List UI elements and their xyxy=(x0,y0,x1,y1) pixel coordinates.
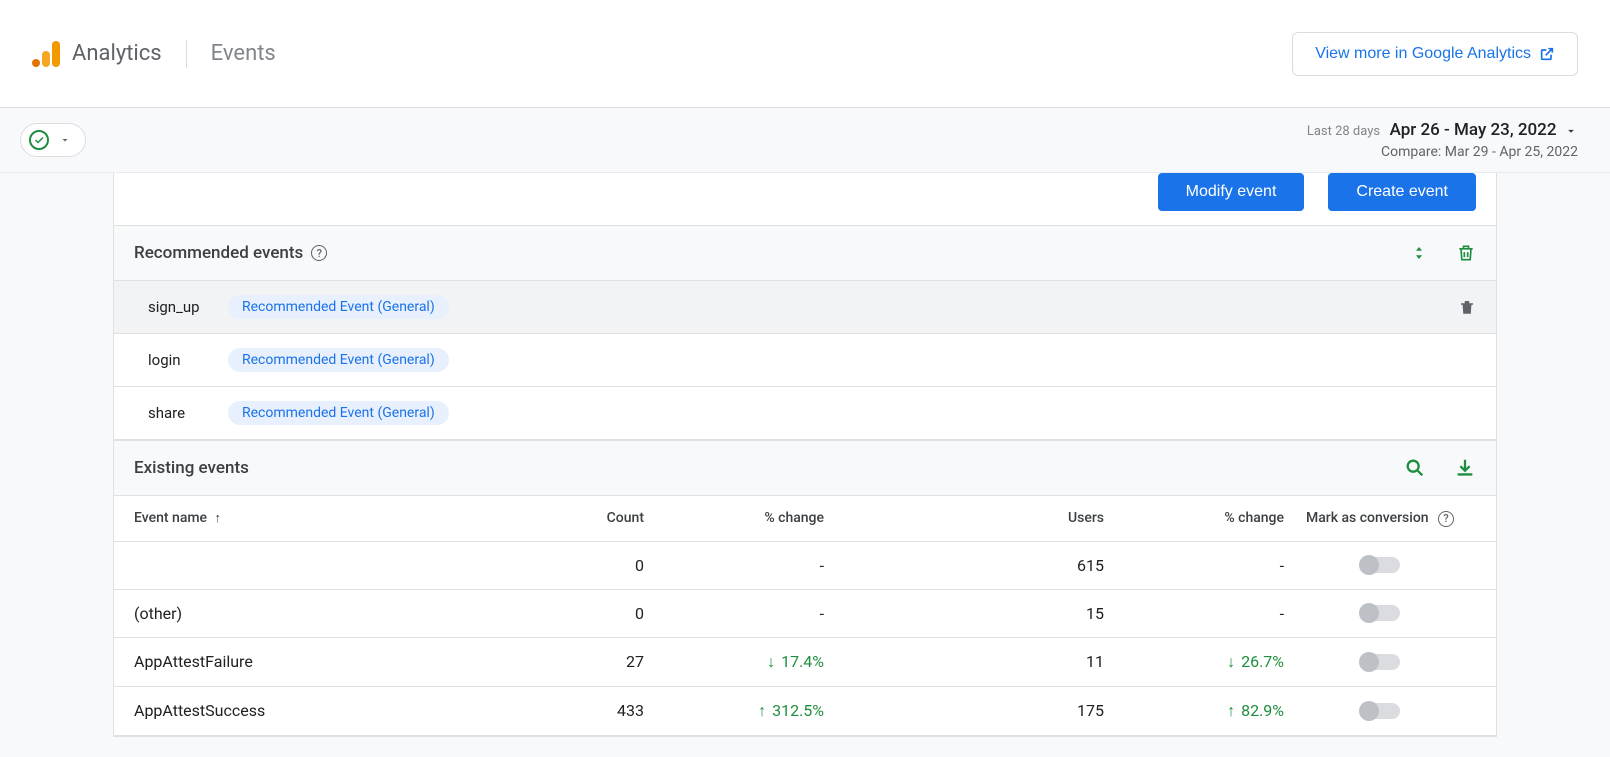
conversion-toggle[interactable] xyxy=(1360,703,1400,719)
cell-change: ↑82.9% xyxy=(1104,701,1284,721)
recommended-row[interactable]: sign_up Recommended Event (General) xyxy=(114,281,1496,334)
recommended-title: Recommended events xyxy=(134,243,303,263)
cell-change: - xyxy=(1104,556,1284,575)
app-header: Analytics Events View more in Google Ana… xyxy=(0,0,1610,108)
date-range-value: Apr 26 - May 23, 2022 xyxy=(1390,120,1557,140)
cell-toggle xyxy=(1284,703,1476,719)
cell-event-name: (other) xyxy=(134,604,524,623)
conversion-toggle[interactable] xyxy=(1360,654,1400,670)
open-external-icon xyxy=(1539,46,1555,62)
recommended-event-name: sign_up xyxy=(148,298,208,316)
arrow-up-icon: ↑ xyxy=(1227,701,1235,721)
table-row[interactable]: AppAttestFailure 27 ↓17.4% 11 ↓26.7% xyxy=(114,638,1496,687)
table-row[interactable]: (other) 0 - 15 - xyxy=(114,590,1496,638)
existing-section-header: Existing events xyxy=(114,440,1496,496)
recommended-row[interactable]: share Recommended Event (General) xyxy=(114,387,1496,440)
col-count-change[interactable]: % change xyxy=(644,510,824,526)
header-left: Analytics Events xyxy=(32,40,276,68)
recommended-pill: Recommended Event (General) xyxy=(228,295,449,319)
analytics-logo xyxy=(32,41,60,67)
search-icon[interactable] xyxy=(1404,457,1426,479)
cell-change: ↓17.4% xyxy=(644,652,824,672)
table-row[interactable]: 0 - 615 - xyxy=(114,542,1496,590)
conversion-toggle[interactable] xyxy=(1360,605,1400,621)
cell-toggle xyxy=(1284,654,1476,670)
arrow-down-icon: ↓ xyxy=(767,652,775,672)
view-more-button[interactable]: View more in Google Analytics xyxy=(1292,32,1578,76)
filter-chip[interactable] xyxy=(20,123,86,157)
cell-toggle xyxy=(1284,557,1476,573)
cell-count: 0 xyxy=(524,556,644,575)
page-title: Events xyxy=(211,41,276,66)
col-mark-conversion: Mark as conversion ? xyxy=(1284,510,1476,527)
cell-count: 433 xyxy=(524,701,644,720)
cell-count: 0 xyxy=(524,604,644,623)
download-icon[interactable] xyxy=(1454,457,1476,479)
modify-event-button[interactable]: Modify event xyxy=(1158,173,1305,211)
help-icon[interactable]: ? xyxy=(311,245,327,261)
recommended-pill: Recommended Event (General) xyxy=(228,401,449,425)
sort-asc-icon: ↑ xyxy=(215,511,222,526)
brand-name: Analytics xyxy=(72,41,162,66)
cell-users: 15 xyxy=(824,604,1104,623)
cell-change: - xyxy=(644,556,824,575)
chevron-down-icon xyxy=(59,134,71,146)
table-row[interactable]: AppAttestSuccess 433 ↑312.5% 175 ↑82.9% xyxy=(114,687,1496,736)
cell-change: ↓26.7% xyxy=(1104,652,1284,672)
delete-icon[interactable] xyxy=(1458,297,1476,317)
existing-title: Existing events xyxy=(134,458,249,478)
view-more-label: View more in Google Analytics xyxy=(1315,45,1531,63)
cell-count: 27 xyxy=(524,652,644,671)
cell-change: ↑312.5% xyxy=(644,701,824,721)
cell-users: 11 xyxy=(824,652,1104,671)
recommended-event-name: login xyxy=(148,351,208,369)
content-area: Modify event Create event Recommended ev… xyxy=(0,173,1610,757)
cell-users: 175 xyxy=(824,701,1104,720)
create-event-button[interactable]: Create event xyxy=(1328,173,1476,211)
col-users[interactable]: Users xyxy=(824,510,1104,526)
arrow-down-icon: ↓ xyxy=(1227,652,1235,672)
cell-event-name: AppAttestSuccess xyxy=(134,701,524,720)
expand-collapse-icon[interactable] xyxy=(1410,243,1428,263)
header-divider xyxy=(186,40,187,68)
date-range-label: Last 28 days xyxy=(1307,124,1380,139)
col-event-name[interactable]: Event name ↑ xyxy=(134,510,524,526)
conversion-toggle[interactable] xyxy=(1360,557,1400,573)
panel-actions: Modify event Create event xyxy=(114,173,1496,225)
recommended-pill: Recommended Event (General) xyxy=(228,348,449,372)
recommended-row[interactable]: login Recommended Event (General) xyxy=(114,334,1496,387)
col-count[interactable]: Count xyxy=(524,510,644,526)
check-circle-icon xyxy=(29,130,49,150)
recommended-event-name: share xyxy=(148,404,208,422)
recommended-section-header: Recommended events ? xyxy=(114,225,1496,281)
cell-change: - xyxy=(644,604,824,623)
table-header: Event name ↑ Count % change Users % chan… xyxy=(114,496,1496,542)
cell-toggle xyxy=(1284,605,1476,621)
help-icon[interactable]: ? xyxy=(1438,511,1454,527)
date-range-picker[interactable]: Last 28 days Apr 26 - May 23, 2022 Compa… xyxy=(1307,120,1578,160)
cell-event-name: AppAttestFailure xyxy=(134,652,524,671)
cell-users: 615 xyxy=(824,556,1104,575)
arrow-up-icon: ↑ xyxy=(758,701,766,721)
subheader: Last 28 days Apr 26 - May 23, 2022 Compa… xyxy=(0,108,1610,173)
compare-range: Compare: Mar 29 - Apr 25, 2022 xyxy=(1307,144,1578,160)
col-users-change[interactable]: % change xyxy=(1104,510,1284,526)
delete-icon[interactable] xyxy=(1456,242,1476,264)
chevron-down-icon xyxy=(1564,124,1578,138)
events-panel: Modify event Create event Recommended ev… xyxy=(113,173,1497,737)
cell-change: - xyxy=(1104,604,1284,623)
